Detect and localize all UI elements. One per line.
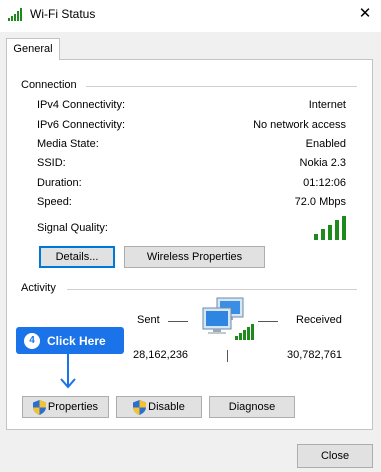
callout-arrow-icon bbox=[60, 354, 76, 389]
duration-label: Duration: bbox=[37, 177, 82, 189]
diagnose-button[interactable]: Diagnose bbox=[209, 396, 295, 418]
wireless-properties-button[interactable]: Wireless Properties bbox=[124, 246, 265, 268]
disable-button[interactable]: Disable bbox=[116, 396, 202, 418]
duration-value: 01:12:06 bbox=[303, 177, 346, 189]
tab-general[interactable]: General bbox=[6, 38, 60, 60]
activity-group-line bbox=[67, 289, 357, 290]
ipv4-label: IPv4 Connectivity: bbox=[37, 99, 126, 111]
media-state-value: Enabled bbox=[305, 138, 346, 150]
window-close-icon[interactable]: ✕ bbox=[357, 6, 373, 22]
step-number-badge: 4 bbox=[24, 332, 40, 349]
uac-shield-icon bbox=[32, 399, 46, 415]
received-label: Received bbox=[296, 314, 342, 326]
close-button-label: Close bbox=[320, 450, 350, 462]
received-dash bbox=[258, 321, 278, 322]
ipv6-label: IPv6 Connectivity: bbox=[37, 119, 126, 131]
speed-label: Speed: bbox=[37, 196, 72, 208]
title-bar: Wi-Fi Status ✕ bbox=[0, 0, 381, 32]
ssid-value: Nokia 2.3 bbox=[299, 157, 346, 169]
details-button[interactable]: Details... bbox=[39, 246, 115, 268]
sent-label: Sent bbox=[137, 314, 160, 326]
window-title: Wi-Fi Status bbox=[30, 7, 96, 21]
wifi-signal-icon bbox=[8, 8, 22, 21]
network-divider-tick bbox=[227, 350, 228, 362]
disable-button-label: Disable bbox=[148, 401, 185, 413]
network-computers-icon bbox=[202, 297, 254, 340]
signal-quality-label: Signal Quality: bbox=[37, 222, 108, 234]
signal-bars-icon bbox=[314, 216, 346, 240]
connection-group-label: Connection bbox=[21, 79, 81, 91]
sent-dash bbox=[168, 321, 188, 322]
diagnose-button-label: Diagnose bbox=[228, 401, 276, 413]
step-callout: 4 Click Here bbox=[16, 327, 124, 354]
properties-button-label: Properties bbox=[47, 401, 99, 413]
ipv6-value: No network access bbox=[253, 119, 346, 131]
details-button-label: Details... bbox=[55, 251, 99, 263]
media-state-label: Media State: bbox=[37, 138, 99, 150]
ipv4-value: Internet bbox=[308, 99, 346, 111]
wireless-properties-button-label: Wireless Properties bbox=[146, 251, 243, 263]
received-value: 30,782,761 bbox=[287, 349, 343, 361]
activity-group-label: Activity bbox=[21, 282, 60, 294]
uac-shield-icon bbox=[133, 399, 147, 415]
close-button[interactable]: Close bbox=[297, 444, 373, 468]
sent-value: 28,162,236 bbox=[133, 349, 189, 361]
callout-text: Click Here bbox=[47, 333, 106, 348]
connection-group-line bbox=[86, 86, 357, 87]
speed-value: 72.0 Mbps bbox=[294, 196, 346, 208]
properties-button[interactable]: Properties bbox=[22, 396, 109, 418]
ssid-label: SSID: bbox=[37, 157, 66, 169]
